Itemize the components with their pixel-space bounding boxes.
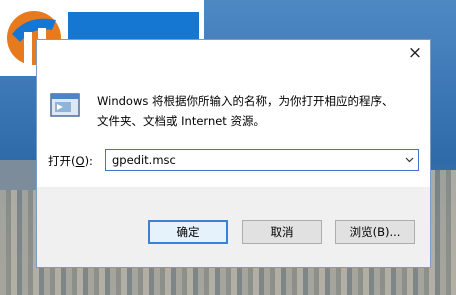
browse-button-label: 浏览(B)... [349,225,401,239]
wallpaper-detail [0,160,40,190]
cancel-button-label: 取消 [270,225,294,239]
open-label: 打开(O): [48,153,93,169]
ok-button[interactable]: 确定 [148,220,228,244]
run-dialog: × Windows 将根据你所输入的名称，为你打开相应的程序、 文件夹、文档或 … [36,39,431,268]
ok-button-label: 确定 [176,225,200,239]
close-icon[interactable]: × [406,44,424,62]
open-combobox[interactable]: gpedit.msc [105,149,419,171]
browse-button[interactable]: 浏览(B)... [335,220,415,244]
description-line-2: 文件夹、文档或 Internet 资源。 [97,114,265,128]
dialog-description: Windows 将根据你所输入的名称，为你打开相应的程序、 文件夹、文档或 In… [97,91,417,131]
chevron-down-icon[interactable] [405,155,414,164]
open-label-hotkey: O [75,154,85,168]
open-label-suffix: ): [84,154,93,168]
run-app-icon [50,93,80,117]
cancel-button[interactable]: 取消 [242,220,322,244]
description-line-1: Windows 将根据你所输入的名称，为你打开相应的程序、 [97,94,394,108]
open-label-prefix: 打开( [48,154,76,168]
logo-bar-blue [68,12,199,42]
open-input[interactable]: gpedit.msc [112,153,176,167]
